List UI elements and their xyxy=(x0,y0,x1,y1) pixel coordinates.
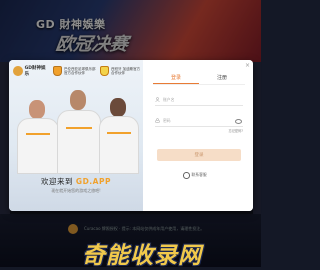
welcome-subtitle: 现在就开始您的游戏之旅吧! xyxy=(51,188,101,193)
partner-badge-2: 西班牙 加迪斯官方合作伙伴 xyxy=(100,66,143,76)
brand-logo: GD财神娱乐 xyxy=(13,65,49,77)
jersey-stripe xyxy=(107,132,131,134)
player-jersey xyxy=(57,110,101,174)
player-jersey xyxy=(17,118,59,174)
welcome-heading: 欢迎来到 GD.APP xyxy=(9,176,143,187)
player-head xyxy=(70,90,86,110)
headset-icon xyxy=(183,172,190,179)
player-figure xyxy=(17,96,59,174)
player-figure xyxy=(99,94,139,174)
lock-icon xyxy=(155,118,160,123)
tab-login[interactable]: 登录 xyxy=(153,74,199,84)
auth-tabs: 登录 注册 xyxy=(153,74,245,85)
partner-label-2: 西班牙 加迪斯官方合作伙伴 xyxy=(111,67,141,75)
customer-service-link[interactable]: 联系客服 xyxy=(183,172,207,179)
username-field xyxy=(155,94,243,106)
password-input[interactable] xyxy=(163,118,233,123)
brand-row: GD财神娱乐 巴伦西亚足球俱乐部官方合作伙伴 西班牙 加迪斯官方合作伙伴 xyxy=(13,65,143,77)
watermark-text: 奇能收录网 xyxy=(82,243,202,269)
brand-name: GD财神娱乐 xyxy=(24,66,46,77)
player-head xyxy=(110,98,126,117)
player-jersey xyxy=(99,116,139,174)
player-figure xyxy=(57,88,101,174)
login-form-panel: × 登录 注册 忘记密码? 登录 联系客服 xyxy=(143,60,253,211)
password-field xyxy=(155,115,243,127)
close-icon[interactable]: × xyxy=(245,62,250,69)
partner-label-1: 巴伦西亚足球俱乐部官方合作伙伴 xyxy=(64,67,96,75)
jersey-stripe xyxy=(66,127,92,129)
player-head xyxy=(29,100,45,119)
show-password-icon[interactable] xyxy=(235,119,242,124)
forgot-password-link[interactable]: 忘记密码? xyxy=(155,128,243,133)
cadiz-crest-icon xyxy=(100,66,109,76)
tab-register[interactable]: 注册 xyxy=(199,74,245,84)
jersey-stripe xyxy=(26,133,50,135)
promo-panel: GD财神娱乐 巴伦西亚足球俱乐部官方合作伙伴 西班牙 加迪斯官方合作伙伴 欢迎来… xyxy=(9,60,143,211)
login-button[interactable]: 登录 xyxy=(157,149,241,161)
login-dialog: GD财神娱乐 巴伦西亚足球俱乐部官方合作伙伴 西班牙 加迪斯官方合作伙伴 欢迎来… xyxy=(9,60,253,211)
welcome-app-name: GD.APP xyxy=(75,177,111,186)
brand-logo-icon xyxy=(13,66,23,76)
players-image xyxy=(15,84,139,174)
service-label: 联系客服 xyxy=(191,172,207,178)
valencia-crest-icon xyxy=(53,66,62,76)
user-icon xyxy=(155,97,160,102)
partner-badge-1: 巴伦西亚足球俱乐部官方合作伙伴 xyxy=(53,66,96,76)
username-input[interactable] xyxy=(163,97,233,102)
welcome-prefix: 欢迎来到 xyxy=(41,177,74,186)
